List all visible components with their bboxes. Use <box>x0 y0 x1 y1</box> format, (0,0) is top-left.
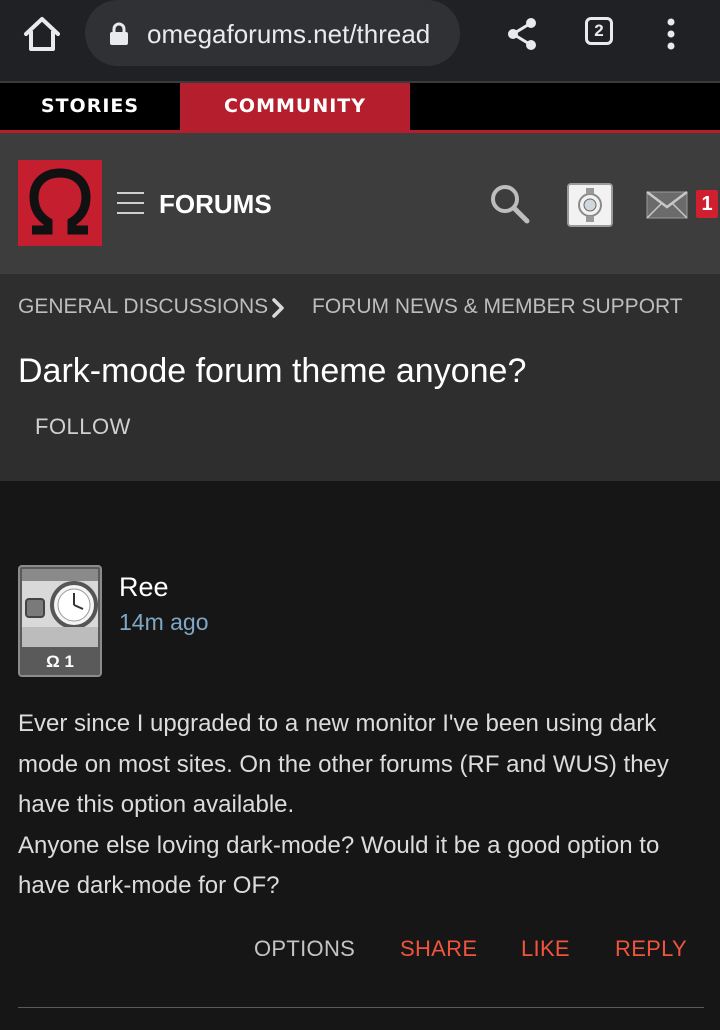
url-text: omegaforums.net/thread <box>147 19 431 49</box>
site-section-tabs: STORIES COMMUNITY <box>0 83 720 133</box>
more-menu-icon[interactable] <box>664 18 678 50</box>
tab-count-button[interactable]: 2 <box>585 17 613 45</box>
chevron-right-icon <box>271 297 285 319</box>
address-bar[interactable]: omegaforums.net/thread <box>85 0 460 66</box>
divider <box>18 1007 704 1008</box>
lock-icon <box>109 22 129 46</box>
post-body: Ever since I upgraded to a new monitor I… <box>18 704 708 907</box>
post-actions: OPTIONS SHARE LIKE REPLY <box>0 936 720 970</box>
share-button[interactable]: SHARE <box>400 936 477 962</box>
home-icon[interactable] <box>22 15 62 53</box>
post-paragraph: Anyone else loving dark-mode? Would it b… <box>18 831 660 900</box>
reply-button[interactable]: REPLY <box>615 936 687 962</box>
tab-community[interactable]: COMMUNITY <box>180 83 410 130</box>
forum-header: FORUMS 1 <box>0 133 720 274</box>
page-title: Dark-mode forum theme anyone? <box>18 352 527 390</box>
post-author-avatar[interactable]: Ω 1 <box>18 565 102 677</box>
post-paragraph: Ever since I upgraded to a new monitor I… <box>18 710 669 818</box>
options-button[interactable]: OPTIONS <box>254 936 355 962</box>
omega-logo[interactable] <box>18 160 102 246</box>
breadcrumb-general-discussions[interactable]: GENERAL DISCUSSIONS <box>18 295 268 319</box>
like-button[interactable]: LIKE <box>521 936 570 962</box>
follow-button[interactable]: FOLLOW <box>35 414 131 440</box>
post-author-name[interactable]: Ree <box>119 572 169 603</box>
post-timestamp[interactable]: 14m ago <box>119 609 209 636</box>
forums-nav-label[interactable]: FORUMS <box>159 189 272 220</box>
browser-toolbar: omegaforums.net/thread 2 <box>0 0 720 83</box>
menu-icon[interactable] <box>117 191 144 215</box>
thread-header: GENERAL DISCUSSIONS FORUM NEWS & MEMBER … <box>0 274 720 481</box>
tab-stories[interactable]: STORIES <box>0 83 180 130</box>
user-avatar[interactable] <box>567 183 613 227</box>
watch-avatar-image <box>22 569 98 647</box>
breadcrumb-forum-news[interactable]: FORUM NEWS & MEMBER SUPPORT <box>312 295 683 319</box>
member-rank: Ω 1 <box>46 652 74 671</box>
search-icon[interactable] <box>489 183 531 225</box>
mail-icon[interactable] <box>646 191 688 219</box>
share-icon[interactable] <box>506 17 538 51</box>
notification-badge: 1 <box>696 190 718 218</box>
